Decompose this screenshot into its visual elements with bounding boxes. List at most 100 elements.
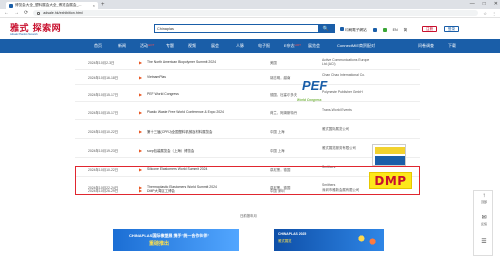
event-city: 荷兰，阿姆斯特丹 xyxy=(270,111,298,115)
ad-banner-right[interactable]: CHINAPLAS 2025 雅式展览 xyxy=(274,229,384,251)
header-links: 印刷電子網站 EN 简 xyxy=(340,27,407,33)
feedback-label: 反馈 xyxy=(480,222,487,226)
nav-item-events[interactable]: 活动HOT xyxy=(140,43,154,49)
event-organizer: 雅式展览服务有限公司 xyxy=(322,146,356,150)
nav-item-survey[interactable]: 问卷调查 xyxy=(418,43,434,49)
nav-item-emagazine[interactable]: E杂志HOT xyxy=(284,43,301,49)
event-name-link[interactable]: sorp包装展览会（上海）博览会 xyxy=(147,148,194,153)
nav-item-enewsletter[interactable]: 电子报 xyxy=(258,43,270,49)
lang-en-link[interactable]: EN xyxy=(393,28,398,32)
site-header: 雅式 探索网 Adsale Plastics Network 🔍 印刷電子網站 … xyxy=(0,18,500,39)
event-date: 2024年10月2-3日 xyxy=(88,61,115,65)
arrow-bullet-icon: ▶ xyxy=(139,92,143,97)
tab-close-icon[interactable]: × xyxy=(93,3,95,8)
chinaplas-banner[interactable]: CHINAPLAS国际橡塑展 携手"统一合作伙伴" 重磅推出 xyxy=(113,229,239,251)
banner-line2: 雅式展览 xyxy=(278,239,292,243)
minimize-icon[interactable]: — xyxy=(470,1,475,7)
banner-line1: CHINAPLAS国际橡塑展 携手"统一合作伙伴" xyxy=(129,233,210,238)
print-site-icon xyxy=(340,27,344,31)
event-row[interactable]: 2024年10月10-22日 ▶ 第十三届(CPRJ)全国塑料机械及材料展览会 … xyxy=(75,122,420,139)
browser-actions: ☆ ⋮ xyxy=(483,11,496,16)
reload-icon[interactable]: ⟳ xyxy=(24,10,28,16)
event-city: 胡志明，越南 xyxy=(270,76,291,80)
bookmark-star-icon[interactable]: ☆ xyxy=(483,11,487,16)
wechat-icon[interactable] xyxy=(382,28,387,32)
new-tab-button[interactable]: + xyxy=(101,2,105,9)
event-name-link[interactable]: Plastic Waste Free World Conference & Ex… xyxy=(147,110,224,114)
browser-menu-icon[interactable]: ⋮ xyxy=(492,11,496,16)
pef-logo-sub: World Congress xyxy=(297,98,322,102)
browser-tab[interactable]: 博览会大全_塑料展会大全_博览会展会_... × xyxy=(6,2,98,9)
event-date: 2024年10月15-17日 xyxy=(88,93,119,97)
event-name-link[interactable]: The North American Biopolymer Summit 202… xyxy=(147,60,216,64)
nav-item-network[interactable]: 人脉 xyxy=(236,43,244,49)
feedback-button[interactable]: ✉ 反馈 xyxy=(474,215,494,226)
menu-icon: ☰ xyxy=(481,239,487,245)
pef-logo-word: PEF xyxy=(302,78,328,93)
nav-item-exhibitions[interactable]: 展会 xyxy=(211,43,219,49)
nav-item-videos[interactable]: 视频 xyxy=(188,43,196,49)
main-nav: 首页 新闻 活动HOT 专题 视频 展会 人脉 电子报 E杂志HOT 展览会 C… xyxy=(0,39,500,53)
banner-decoration xyxy=(353,232,381,248)
arrow-up-icon: ↑ xyxy=(482,193,486,199)
maximize-icon[interactable]: □ xyxy=(483,1,486,7)
event-name-link[interactable]: VietnamPlas xyxy=(147,75,166,79)
search-button[interactable]: 🔍 xyxy=(318,25,334,32)
event-date: 2024年10月16-18日 xyxy=(88,76,119,80)
event-city: 美国 xyxy=(270,61,277,65)
nav-item-news[interactable]: 新闻 xyxy=(118,43,126,49)
url-text: adsale.hk/exhibition.html xyxy=(43,11,83,15)
event-poster-image[interactable] xyxy=(372,144,406,166)
event-name-link[interactable]: 第十三届(CPRJ)全国塑料机械及材料展览会 xyxy=(147,129,212,134)
arrow-bullet-icon: ▶ xyxy=(139,110,143,115)
hot-badge: HOT xyxy=(294,43,302,47)
address-bar: ← → ⟳ adsale.hk/exhibition.html ☆ ⋮ xyxy=(0,9,500,18)
event-name-link[interactable]: PEF World Congress xyxy=(147,92,179,96)
pef-logo-image[interactable]: PEF World Congress xyxy=(294,75,336,107)
event-date: 2024年10月15-17日 xyxy=(88,111,119,115)
menu-button[interactable]: ☰ xyxy=(474,239,494,246)
mail-icon: ✉ xyxy=(481,215,487,221)
tab-title: 博览会大全_塑料展会大全_博览会展会_... xyxy=(15,3,82,7)
banner-line2: 重磅推出 xyxy=(149,241,170,247)
event-row[interactable]: 2024年10月16-18日 ▶ VietnamPlas 胡志明，越南 Chan… xyxy=(75,68,420,85)
back-icon[interactable]: ← xyxy=(4,10,9,16)
nav-item-trade-fair[interactable]: 展览会 xyxy=(308,43,320,49)
close-window-icon[interactable]: ✕ xyxy=(494,1,498,7)
event-row[interactable]: 2024年10月15-17日 ▶ Plastic Waste Free Worl… xyxy=(75,103,420,120)
arrow-bullet-icon: ▶ xyxy=(139,129,143,134)
nav-item-topics[interactable]: 专题 xyxy=(166,43,174,49)
floating-toolbar: ↑ 顶部 ✉ 反馈 ☰ xyxy=(473,190,493,256)
lang-zh-link[interactable]: 简 xyxy=(404,28,408,33)
window-controls: — □ ✕ xyxy=(470,1,498,7)
arrow-bullet-icon: ▶ xyxy=(139,148,143,153)
nav-item-download[interactable]: 下载 xyxy=(448,43,456,49)
back-to-top-button[interactable]: ↑ 顶部 xyxy=(474,193,494,204)
event-row[interactable]: 2024年10月15-17日 ▶ PEF World Congress 德国，杜… xyxy=(75,85,420,102)
event-organizer: Active Communications Europe Ltd (ACI) xyxy=(322,58,370,67)
app-icon[interactable] xyxy=(372,28,377,32)
poster-banner xyxy=(375,147,405,154)
search-box: 🔍 xyxy=(154,24,335,33)
forward-icon[interactable]: → xyxy=(14,10,19,16)
arrow-bullet-icon: ▶ xyxy=(139,75,143,80)
event-row[interactable]: 2024年10月19-23日 ▶ sorp包装展览会（上海）博览会 中国 上海 … xyxy=(75,141,420,158)
nav-item-connectmie[interactable]: ConnectMIE商贸配对 xyxy=(337,43,375,49)
url-field[interactable]: adsale.hk/exhibition.html xyxy=(33,10,479,16)
back-to-top-label: 顶部 xyxy=(480,200,487,204)
hot-badge: HOT xyxy=(148,43,155,47)
lock-icon xyxy=(37,11,41,15)
event-organizer: 雅式国际展览公司 xyxy=(322,127,350,131)
register-button[interactable]: 注冊 xyxy=(422,26,437,32)
search-input[interactable] xyxy=(155,25,318,32)
nav-home[interactable]: 首页 xyxy=(94,43,102,49)
poster-body xyxy=(375,156,405,165)
header-link-print[interactable]: 印刷電子網站 xyxy=(340,27,367,33)
pager-text[interactable]: 日前按年月 xyxy=(240,213,257,218)
login-button[interactable]: 登录 xyxy=(444,26,459,32)
event-date: 2024年10月10-22日 xyxy=(88,130,119,134)
favicon-icon xyxy=(9,3,13,8)
site-logo[interactable]: 雅式 探索网 Adsale Plastics Network xyxy=(10,21,61,36)
browser-tabbar: 博览会大全_塑料展会大全_博览会展会_... × + — □ ✕ xyxy=(0,0,500,9)
event-organizer: Trans-World Events xyxy=(322,108,352,112)
